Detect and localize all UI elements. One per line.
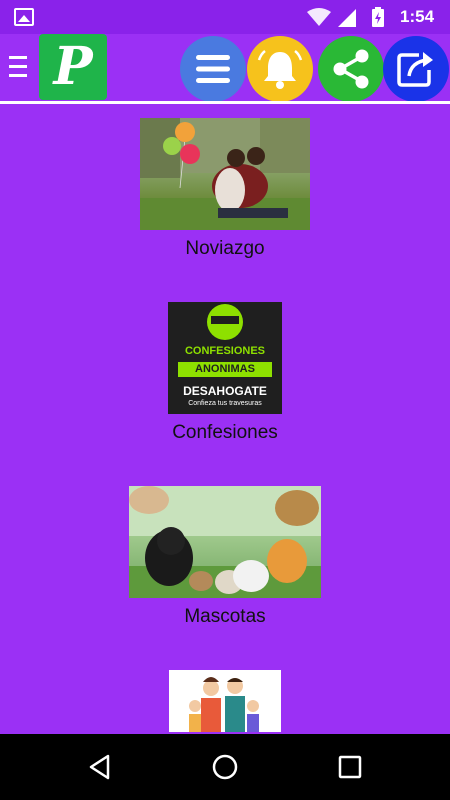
familia-image[interactable] xyxy=(169,670,281,732)
open-external-icon xyxy=(397,52,433,87)
share-button[interactable] xyxy=(318,36,384,102)
category-item-confesiones[interactable]: CONFESIONES ANONIMAS DESAHOGATE Confieza… xyxy=(0,302,450,444)
system-navigation-bar xyxy=(0,734,450,800)
menu-button[interactable] xyxy=(180,36,246,102)
bell-icon xyxy=(257,50,303,89)
category-item-noviazgo[interactable]: Noviazgo xyxy=(0,118,450,260)
poster-line-2: ANONIMAS xyxy=(195,363,255,375)
mascotas-image[interactable] xyxy=(129,486,321,598)
drawer-menu-icon[interactable] xyxy=(9,56,27,78)
share-icon xyxy=(333,49,369,89)
battery-charging-icon xyxy=(372,7,384,27)
image-notification-icon xyxy=(14,8,34,26)
noviazgo-image[interactable] xyxy=(140,118,310,230)
category-label-confesiones[interactable]: Confesiones xyxy=(0,422,450,444)
logo-letter: P xyxy=(53,36,93,97)
open-external-button[interactable] xyxy=(383,36,449,102)
recent-apps-icon[interactable] xyxy=(336,753,364,781)
wifi-icon xyxy=(307,8,331,26)
poster-line-1: CONFESIONES xyxy=(184,345,266,357)
category-label-mascotas[interactable]: Mascotas xyxy=(0,606,450,628)
home-icon[interactable] xyxy=(211,753,239,781)
category-item-mascotas[interactable]: Mascotas xyxy=(0,486,450,628)
category-item-familia[interactable] xyxy=(0,670,450,732)
app-toolbar: P xyxy=(0,34,450,102)
confesiones-image[interactable]: CONFESIONES ANONIMAS DESAHOGATE Confieza… xyxy=(168,302,282,414)
app-logo: P xyxy=(39,34,107,100)
signal-icon xyxy=(338,9,356,27)
back-icon[interactable] xyxy=(86,753,114,781)
category-list: Noviazgo CONFESIONES ANONIMAS DESAHOGATE… xyxy=(0,104,450,734)
status-bar: 1:54 xyxy=(0,0,450,34)
menu-lines-icon xyxy=(196,55,230,83)
notifications-button[interactable] xyxy=(247,36,313,102)
category-label-noviazgo[interactable]: Noviazgo xyxy=(0,238,450,260)
clock: 1:54 xyxy=(400,7,435,26)
poster-line-3: DESAHOGATE xyxy=(183,384,267,398)
poster-line-4: Confieza tus travesuras xyxy=(188,400,262,407)
